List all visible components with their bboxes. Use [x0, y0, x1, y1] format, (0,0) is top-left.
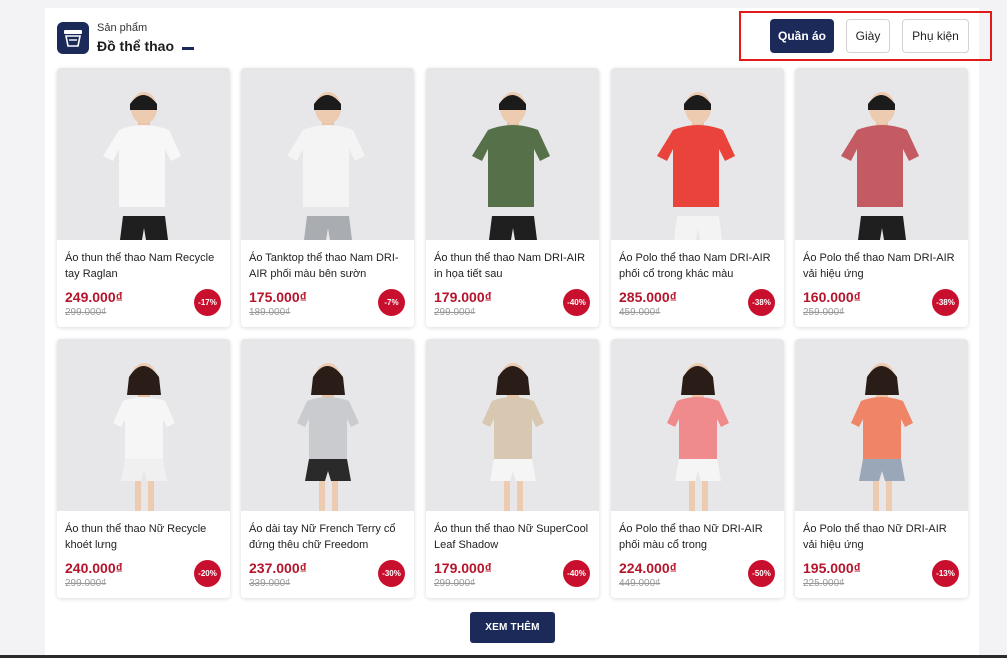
product-name[interactable]: Áo thun thể thao Nam DRI-AIR in họa tiết… [434, 250, 594, 282]
product-price: 240.000₫ [65, 560, 123, 576]
product-old-price: 299.000₫ [65, 307, 107, 318]
product-image[interactable] [795, 339, 968, 511]
product-name[interactable]: Áo Tanktop thể thao Nam DRI-AIR phối màu… [249, 250, 409, 282]
product-price: 285.000₫ [619, 289, 677, 305]
product-name[interactable]: Áo Polo thể thao Nam DRI-AIR phối cổ tro… [619, 250, 779, 282]
discount-badge: -38% [748, 289, 775, 316]
discount-badge: -17% [194, 289, 221, 316]
product-card[interactable]: Áo thun thể thao Nam Recycle tay Raglan 2… [57, 68, 230, 327]
product-name[interactable]: Áo dài tay Nữ French Terry cổ đứng thêu … [249, 521, 409, 553]
product-card[interactable]: Áo Polo thể thao Nam DRI-AIR phối cổ tro… [611, 68, 784, 327]
product-old-price: 449.000₫ [619, 578, 661, 589]
tab-quan-ao[interactable]: Quần áo [770, 19, 834, 53]
product-old-price: 459.000₫ [619, 307, 661, 318]
discount-badge: -50% [748, 560, 775, 587]
discount-badge: -7% [378, 289, 405, 316]
product-old-price: 259.000₫ [803, 307, 845, 318]
product-card[interactable]: Áo Polo thể thao Nữ DRI-AIR phối màu cổ … [611, 339, 784, 598]
product-card[interactable]: Áo thun thể thao Nữ Recycle khoét lưng 24… [57, 339, 230, 598]
product-image[interactable] [611, 68, 784, 240]
product-image[interactable] [795, 68, 968, 240]
product-image[interactable] [241, 68, 414, 240]
product-image[interactable] [611, 339, 784, 511]
product-price: 237.000₫ [249, 560, 307, 576]
product-price: 160.000₫ [803, 289, 861, 305]
product-card[interactable]: Áo dài tay Nữ French Terry cổ đứng thêu … [241, 339, 414, 598]
category-logo-icon [57, 22, 89, 54]
section-subtitle: Sản phẩm [97, 22, 148, 34]
product-old-price: 189.000₫ [249, 307, 291, 318]
product-old-price: 339.000₫ [249, 578, 291, 589]
product-image[interactable] [57, 339, 230, 511]
product-card[interactable]: Áo thun thể thao Nam DRI-AIR in họa tiết… [426, 68, 599, 327]
product-old-price: 299.000₫ [65, 578, 107, 589]
product-card[interactable]: Áo Polo thể thao Nữ DRI-AIR vải hiệu ứng… [795, 339, 968, 598]
tab-phu-kien[interactable]: Phụ kiện [902, 19, 969, 53]
discount-badge: -40% [563, 560, 590, 587]
product-card[interactable]: Áo Polo thể thao Nam DRI-AIR vải hiệu ứn… [795, 68, 968, 327]
product-card[interactable]: Áo Tanktop thể thao Nam DRI-AIR phối màu… [241, 68, 414, 327]
product-name[interactable]: Áo thun thể thao Nam Recycle tay Raglan [65, 250, 225, 282]
product-name[interactable]: Áo thun thể thao Nữ Recycle khoét lưng [65, 521, 225, 553]
tab-giay[interactable]: Giày [846, 19, 890, 53]
product-name[interactable]: Áo Polo thể thao Nam DRI-AIR vải hiệu ứn… [803, 250, 963, 282]
discount-badge: -40% [563, 289, 590, 316]
product-old-price: 299.000₫ [434, 307, 476, 318]
title-underline [182, 47, 194, 50]
product-image[interactable] [57, 68, 230, 240]
product-old-price: 299.000₫ [434, 578, 476, 589]
product-price: 179.000₫ [434, 289, 492, 305]
product-image[interactable] [426, 68, 599, 240]
product-price: 195.000₫ [803, 560, 861, 576]
product-old-price: 225.000₫ [803, 578, 845, 589]
product-image[interactable] [241, 339, 414, 511]
product-name[interactable]: Áo Polo thể thao Nữ DRI-AIR vải hiệu ứng [803, 521, 963, 553]
product-price: 179.000₫ [434, 560, 492, 576]
product-image[interactable] [426, 339, 599, 511]
product-name[interactable]: Áo thun thể thao Nữ SuperCool Leaf Shado… [434, 521, 594, 553]
product-name[interactable]: Áo Polo thể thao Nữ DRI-AIR phối màu cổ … [619, 521, 779, 553]
product-price: 175.000₫ [249, 289, 307, 305]
discount-badge: -20% [194, 560, 221, 587]
product-price: 224.000₫ [619, 560, 677, 576]
product-card[interactable]: Áo thun thể thao Nữ SuperCool Leaf Shado… [426, 339, 599, 598]
view-more-button[interactable]: XEM THÊM [470, 612, 555, 643]
section-title: Đồ thể thao [97, 38, 174, 54]
discount-badge: -13% [932, 560, 959, 587]
product-price: 249.000₫ [65, 289, 123, 305]
discount-badge: -38% [932, 289, 959, 316]
discount-badge: -30% [378, 560, 405, 587]
